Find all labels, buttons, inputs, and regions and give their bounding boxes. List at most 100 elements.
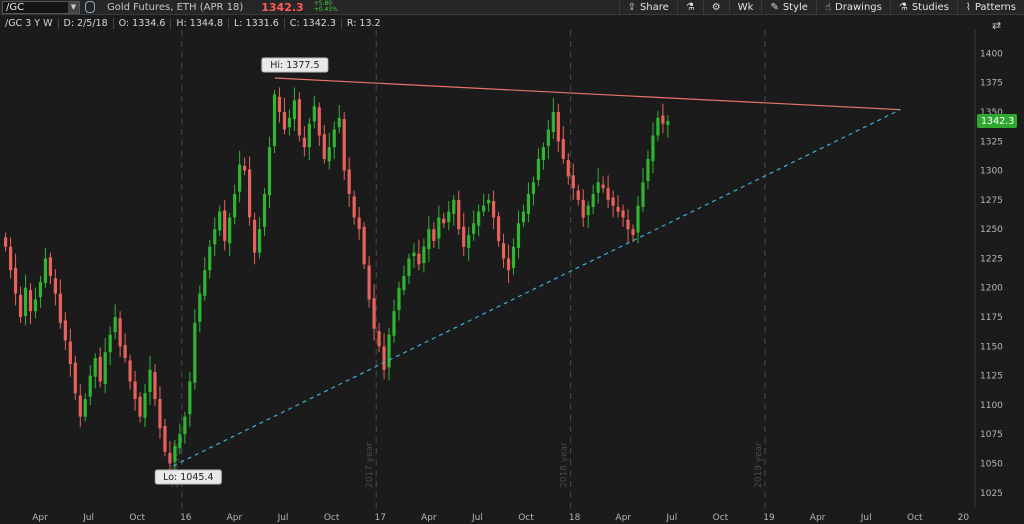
candle-body	[417, 253, 421, 265]
price-chart[interactable]: 2016 year 2017 year 2018 year 2019 year 102…	[0, 30, 1024, 524]
low-label: Lo: 1045.4	[163, 472, 213, 483]
candle-body	[477, 211, 481, 226]
year-label: 2017 year	[365, 442, 375, 488]
candle-body	[118, 318, 122, 347]
candle-body	[332, 129, 336, 148]
x-tick-label: Oct	[324, 513, 340, 523]
candle-body	[228, 217, 232, 244]
candle-body	[641, 182, 645, 207]
bar-close: C: 1342.3	[285, 17, 342, 29]
candle-body	[591, 194, 595, 207]
candle-body	[243, 165, 247, 171]
candle-body	[571, 175, 575, 189]
ohlc-info-bar: /GC 3 Y W D: 2/5/18 O: 1334.6 H: 1344.8 …	[0, 16, 386, 30]
bar-high: H: 1344.8	[171, 17, 230, 29]
plot-area[interactable]	[0, 30, 975, 508]
drawings-button[interactable]: ☝ Drawings	[815, 0, 890, 15]
x-tick-label: 20	[958, 513, 970, 523]
candle-body	[188, 381, 192, 415]
bar-open: O: 1334.6	[114, 17, 172, 29]
y-tick-label: 1075	[980, 430, 1003, 440]
candle-body	[496, 216, 501, 241]
x-tick-label: 16	[180, 513, 192, 523]
candle-body	[193, 322, 197, 383]
y-tick-label: 1125	[980, 372, 1003, 382]
candle-body	[342, 119, 346, 171]
candle-body	[123, 345, 127, 359]
x-tick-label: Jul	[471, 513, 483, 523]
candle-body	[218, 211, 222, 231]
candle-body	[611, 197, 615, 206]
studies-button[interactable]: ⚗ Studies	[889, 0, 957, 15]
year-label: 2018 year	[560, 442, 570, 488]
candle-body	[53, 278, 57, 294]
candle-body	[282, 112, 287, 130]
candle-body	[427, 229, 431, 250]
flask-button[interactable]: ⚗	[676, 0, 703, 15]
change-percent: +0.43%	[313, 6, 338, 13]
candle-body	[203, 270, 207, 296]
y-tick-label: 1225	[980, 254, 1003, 264]
candle-body	[223, 210, 227, 241]
candle-body	[556, 112, 560, 142]
candle-body	[178, 434, 182, 449]
candle-body	[551, 112, 555, 132]
x-tick-label: Apr	[421, 513, 437, 523]
candle-body	[98, 356, 102, 382]
candle-body	[482, 205, 486, 212]
y-tick-label: 1250	[980, 225, 1003, 235]
link-icon[interactable]	[85, 1, 95, 13]
x-tick-label: 17	[374, 513, 385, 523]
patterns-button[interactable]: ⌇ Patterns	[956, 0, 1024, 15]
candle-body	[407, 258, 411, 277]
candle-body	[521, 211, 526, 223]
candle-body	[13, 267, 18, 294]
candle-body	[78, 395, 82, 417]
candle-body	[501, 243, 506, 259]
candle-body	[168, 452, 172, 464]
symbol-input[interactable]: /GC ▼	[2, 0, 80, 14]
candle-body	[83, 399, 87, 417]
candle-body	[183, 416, 187, 435]
x-tick-label: Apr	[810, 513, 826, 523]
share-button[interactable]: ⇪ Share	[618, 0, 677, 15]
candle-body	[626, 219, 630, 230]
candle-body	[297, 99, 301, 136]
last-price: 1342.3	[261, 0, 304, 14]
candle-body	[198, 293, 202, 322]
candle-body	[566, 160, 570, 177]
candle-body	[18, 294, 23, 318]
candle-body	[631, 229, 635, 236]
candle-body	[352, 196, 356, 218]
instrument-description: Gold Futures, ETH (APR 18)	[107, 1, 244, 13]
candle-body	[372, 298, 376, 329]
candle-body	[387, 334, 391, 368]
gear-icon: ⚙	[711, 2, 721, 13]
settings-button[interactable]: ⚙	[702, 0, 729, 15]
candle-body	[28, 290, 33, 312]
time-axis[interactable]: Apr Jul Oct 16 Apr Jul Oct 17 Apr Jul Oct 18 Apr Jul O…	[32, 513, 969, 523]
timeframe-button[interactable]: Wk	[728, 0, 762, 15]
style-button[interactable]: ✎ Style	[761, 0, 816, 15]
candle-body	[312, 106, 316, 122]
x-tick-label: Oct	[907, 513, 923, 523]
candle-body	[666, 121, 670, 125]
candle-body	[606, 188, 610, 200]
candle-body	[651, 135, 655, 162]
price-change: +5.80 +0.43%	[314, 1, 338, 13]
price-axis[interactable]: 1025 1050 1075 1100 1125 1150 1175 1200 1225 1250…	[974, 30, 1003, 508]
x-tick-label: 18	[569, 513, 581, 523]
last-price-tag-label: 1342.3	[981, 116, 1014, 127]
candle-body	[163, 425, 167, 452]
candle-body	[58, 293, 62, 323]
x-tick-label: Jul	[860, 513, 872, 523]
x-tick-label: Apr	[32, 513, 48, 523]
candle-body	[472, 223, 476, 234]
candle-body	[402, 276, 406, 291]
x-tick-label: Jul	[82, 513, 94, 523]
chevron-down-icon[interactable]: ▼	[68, 1, 79, 13]
candle-body	[412, 252, 416, 257]
bar-range: R: 13.2	[346, 17, 381, 29]
candle-body	[447, 211, 451, 223]
candle-body	[616, 206, 620, 212]
